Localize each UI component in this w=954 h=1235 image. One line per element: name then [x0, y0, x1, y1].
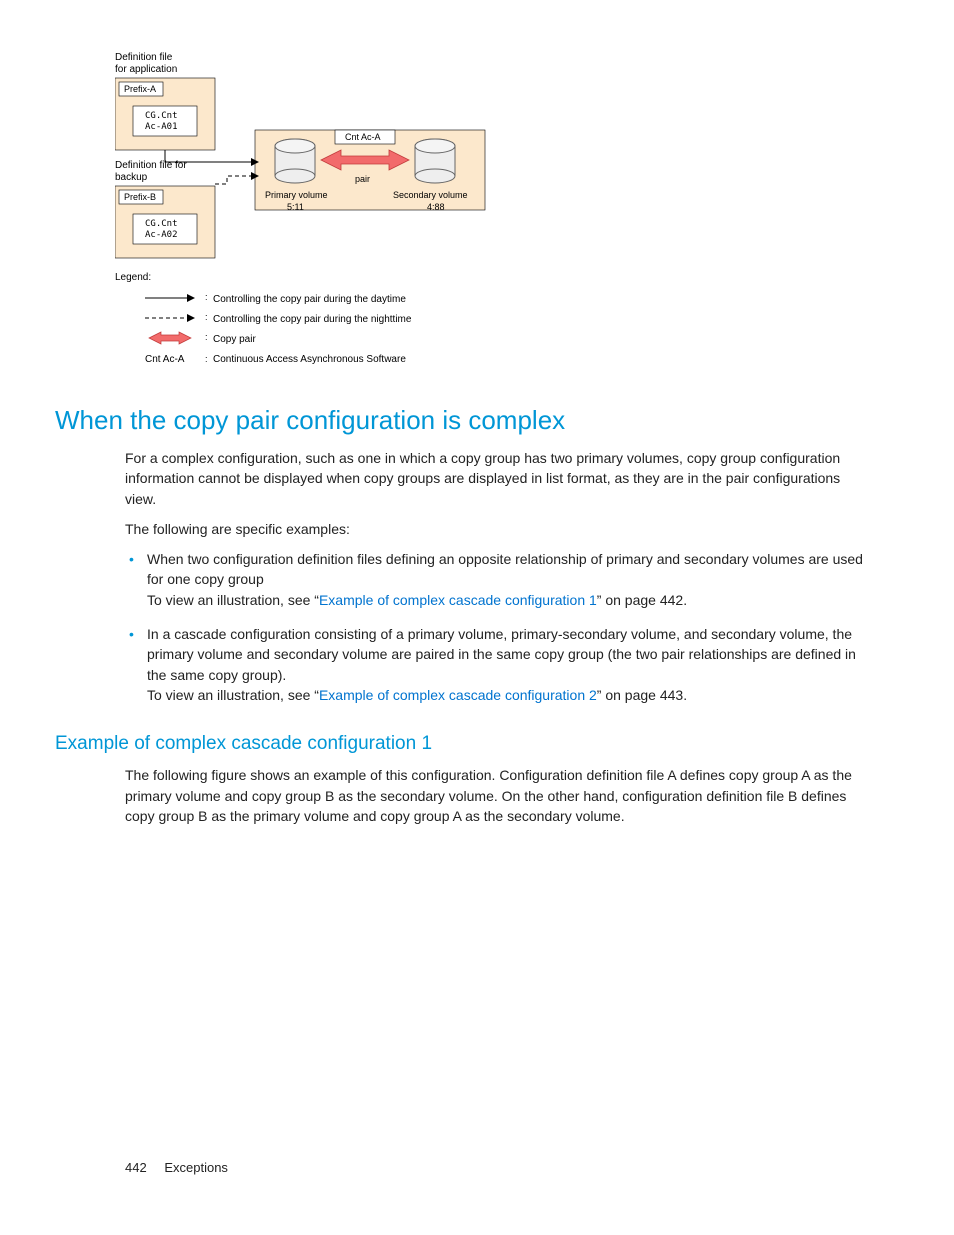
diagram-label: Ac-A01 — [145, 122, 178, 132]
secondary-volume-icon — [415, 139, 455, 183]
diagram-label: Cnt Ac-A — [345, 132, 381, 142]
bullet-text: In a cascade configuration consisting of… — [147, 626, 856, 683]
diagram-label: 4:88 — [427, 202, 445, 212]
legend-item: : — [205, 354, 208, 364]
legend-item: : — [205, 292, 208, 302]
see-suffix: ” on page 442. — [597, 592, 687, 608]
diagram-label: pair — [355, 174, 370, 184]
page-number: 442 — [125, 1160, 147, 1175]
diagram-label: Secondary volume — [393, 190, 468, 200]
legend-item: Copy pair — [213, 334, 256, 345]
section-heading: When the copy pair configuration is comp… — [55, 405, 899, 436]
list-item: In a cascade configuration consisting of… — [125, 624, 869, 705]
diagram-label: for application — [115, 64, 177, 75]
legend-item: Controlling the copy pair during the day… — [213, 294, 406, 305]
paragraph: The following are specific examples: — [125, 519, 869, 539]
diagram-label: backup — [115, 172, 148, 183]
footer-section: Exceptions — [164, 1160, 228, 1175]
diagram-label: CG.Cnt — [145, 219, 178, 229]
legend-title: Legend: — [115, 272, 151, 283]
list-item: When two configuration definition files … — [125, 549, 869, 610]
see-prefix: To view an illustration, see “ — [147, 687, 319, 703]
diagram-label: 5:11 — [287, 202, 304, 212]
legend-item: Continuous Access Asynchronous Software — [213, 354, 406, 365]
subsection-heading: Example of complex cascade configuration… — [55, 733, 899, 755]
xref-link[interactable]: Example of complex cascade configuration… — [319, 592, 597, 608]
paragraph: For a complex configuration, such as one… — [125, 448, 869, 509]
see-prefix: To view an illustration, see “ — [147, 592, 319, 608]
paragraph: The following figure shows an example of… — [125, 765, 869, 826]
diagram-label: Prefix-A — [124, 84, 156, 94]
primary-volume-icon — [275, 139, 315, 183]
legend-item: : — [205, 312, 208, 322]
xref-link[interactable]: Example of complex cascade configuration… — [319, 687, 597, 703]
diagram-label: Ac-A02 — [145, 230, 178, 240]
legend-item: Cnt Ac-A — [145, 354, 185, 365]
page-footer: 442 Exceptions — [125, 1160, 228, 1175]
diagram-label: CG.Cnt — [145, 111, 178, 121]
legend-item: Controlling the copy pair during the nig… — [213, 314, 412, 325]
diagram-area: Definition file for application Prefix-A… — [115, 50, 899, 380]
diagram-label: Definition file — [115, 52, 173, 63]
legend-item: : — [205, 332, 208, 342]
diagram-label: Primary volume — [265, 190, 328, 200]
bullet-text: When two configuration definition files … — [147, 551, 863, 587]
see-suffix: ” on page 443. — [597, 687, 687, 703]
diagram-label: Prefix-B — [124, 192, 156, 202]
